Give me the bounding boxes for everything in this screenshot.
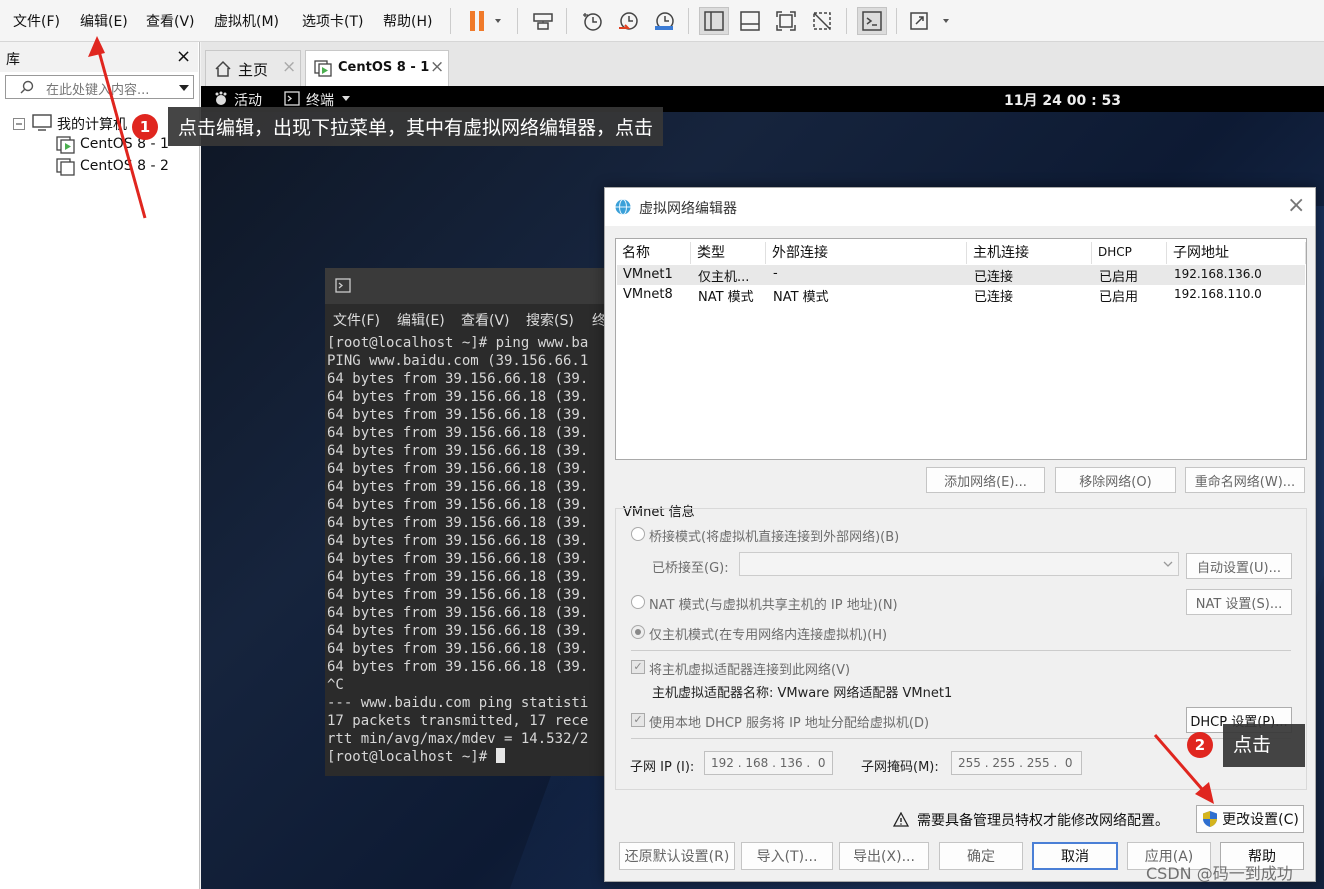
csdn-watermark: CSDN @码一到成功 [1146, 864, 1293, 883]
step-badge-1: 1 [132, 114, 158, 140]
annotation-note-2: 点击 [1223, 724, 1305, 767]
step-badge-2: 2 [1187, 732, 1213, 758]
annotation-note-1: 点击编辑，出现下拉菜单，其中有虚拟网络编辑器，点击 [168, 107, 664, 146]
